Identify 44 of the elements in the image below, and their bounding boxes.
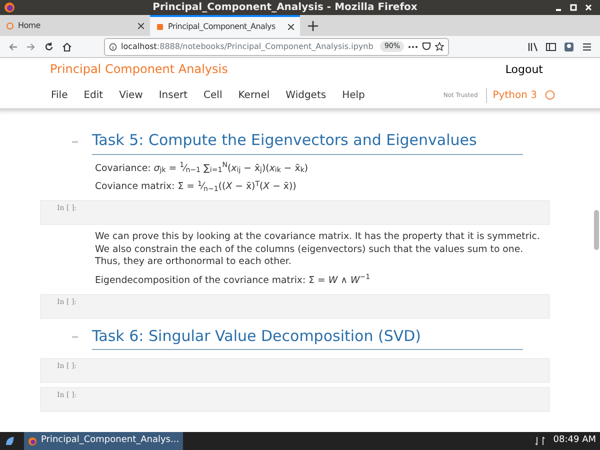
more-icon[interactable] <box>408 44 418 48</box>
kernel-idle-icon <box>545 90 555 100</box>
library-icon[interactable] <box>528 42 538 52</box>
sidebar-icon[interactable] <box>546 42 556 52</box>
back-icon[interactable] <box>8 42 18 52</box>
menu-item[interactable]: View <box>119 88 143 102</box>
menu-item[interactable]: Cell <box>204 88 222 102</box>
section-heading: Task 6: Singular Value Decomposition (SVD) <box>92 324 523 350</box>
menu-icon[interactable] <box>582 42 592 52</box>
browser-tab[interactable]: Principal_Component_Analys <box>150 15 300 36</box>
account-icon[interactable] <box>564 42 574 52</box>
markdown-text: Coviance matrix: Σ = $^{1}$⁄$_{n−1}$((X − x̄)$^{T}$(X − x̄)) <box>95 181 298 194</box>
taskbar-window-button[interactable]: Principal_Component_Analys... <box>24 432 184 450</box>
scrollbar-thumb[interactable] <box>594 210 599 250</box>
browser-tab[interactable]: Home <box>0 15 150 36</box>
menu-item[interactable]: Kernel <box>238 88 270 102</box>
star-icon[interactable] <box>435 42 444 51</box>
markdown-text: We can prove this by looking at the covariance matrix. It has the property that it is symmetric. We also constrain the each of the columns (eigenvectors) such that the values sum to one. Thus, they are orthonormal to each other. <box>95 230 541 269</box>
menu-item[interactable]: Widgets <box>286 88 326 102</box>
network-icon[interactable] <box>535 436 546 446</box>
menu-item[interactable]: Insert <box>158 88 188 102</box>
start-menu-icon[interactable] <box>4 435 16 447</box>
firefox-icon <box>28 436 37 446</box>
menu-item[interactable]: Edit <box>84 88 104 102</box>
clock: 08:49 AM <box>553 434 596 448</box>
markdown-text: Eigendecomposition of the covriance matrix: Σ = W ∧ W$^{−1}$ <box>95 274 372 288</box>
window-title: Principal_Component_Analysis - Mozilla Firefox <box>152 1 418 15</box>
url-text: localhost:8888/notebooks/Principal_Component_Analysis.ipynb <box>121 40 374 52</box>
close-icon[interactable] <box>585 4 592 11</box>
close-tab-icon[interactable] <box>138 22 144 28</box>
forward-icon[interactable] <box>26 42 36 52</box>
new-tab-icon[interactable] <box>308 20 318 30</box>
info-icon <box>109 42 117 50</box>
loading-icon <box>6 22 14 30</box>
home-icon[interactable] <box>62 42 72 52</box>
section-heading: Task 5: Compute the Eigenvectors and Eigenvalues <box>92 129 523 154</box>
reload-icon[interactable] <box>44 42 54 52</box>
menu-item[interactable]: File <box>51 88 68 102</box>
menu-item[interactable]: Help <box>342 88 365 102</box>
firefox-logo-icon <box>4 2 15 13</box>
close-tab-icon[interactable] <box>288 24 294 30</box>
notebook-favicon-icon <box>156 22 164 30</box>
markdown-text: Covariance: σ$_{jk}$ = $^{1}$⁄$_{n−1}$ ∑$_{i=1}$$^{N}$(x$_{ij}$ − x̄$_{j}$)(x$_{ik}$ − x̄$_{k}$) <box>95 162 310 176</box>
maximize-icon[interactable] <box>570 4 577 11</box>
